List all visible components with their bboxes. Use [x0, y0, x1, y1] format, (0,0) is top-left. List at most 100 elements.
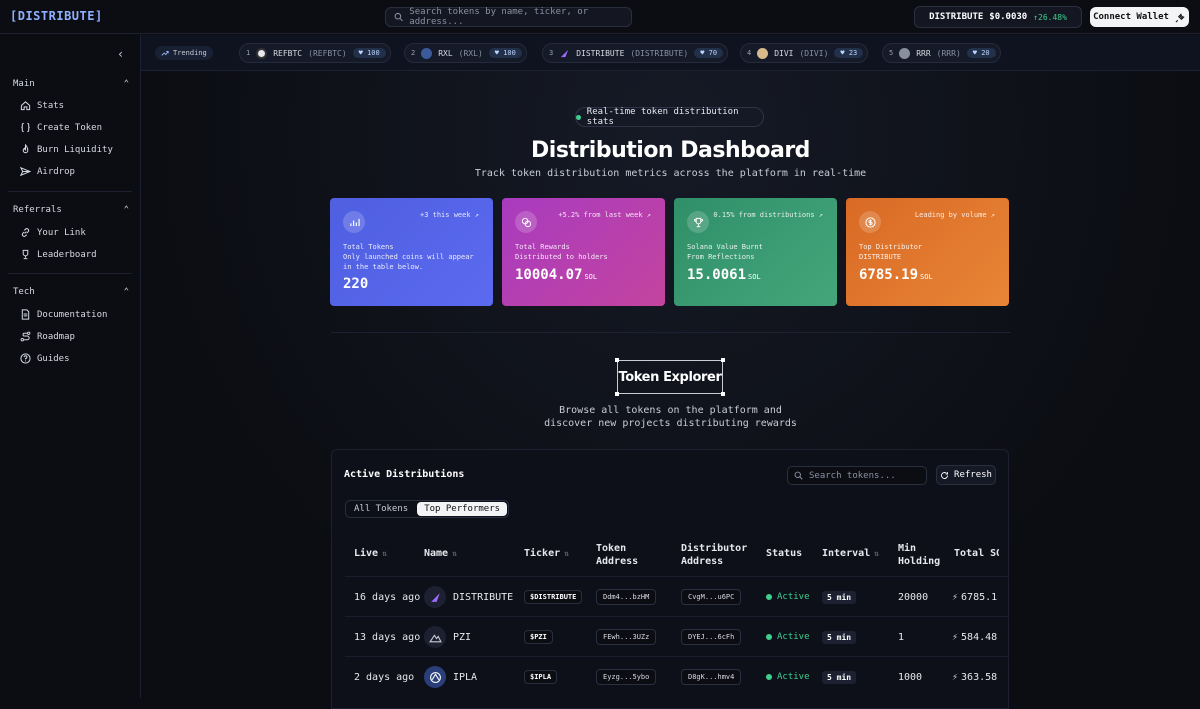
top-bar: [DISTRIBUTE] Search tokens by name, tick…	[0, 0, 1200, 34]
cell-live: 16 days ago	[354, 590, 420, 604]
stat-card-total-tokens: +3 this week ↗ Total Tokens Only launche…	[330, 198, 493, 306]
distribute-logo-icon	[559, 48, 570, 59]
cell-distributor-address[interactable]: D8gK...hmv4	[681, 669, 741, 685]
cell-token-address[interactable]: FEwh...3UZz	[596, 629, 656, 645]
sort-icon: ⇅	[452, 549, 457, 558]
trending-label-text: Trending	[173, 49, 207, 57]
trending-name: REFBTC	[273, 49, 302, 58]
column-header-name[interactable]: Name⇅	[424, 547, 457, 560]
table-search-input[interactable]: Search tokens...	[787, 466, 927, 485]
sidebar-item-stats[interactable]: Stats	[20, 100, 64, 111]
sidebar-item-guides[interactable]: Guides	[20, 353, 70, 364]
row-divider	[345, 616, 1009, 617]
stat-value: 10004.07SOL	[515, 267, 597, 283]
cell-name[interactable]: IPLA	[424, 666, 477, 688]
sidebar-item-label: Your Link	[37, 228, 86, 238]
stat-value-number: 15.0061	[687, 267, 746, 283]
column-header-total-sol[interactable]: Total SO	[954, 547, 999, 560]
sidebar-item-documentation[interactable]: Documentation	[20, 309, 107, 320]
cell-ticker: $PZI	[524, 630, 553, 644]
header-label: Address	[596, 555, 638, 568]
address-chip: Ddm4...bzHM	[596, 589, 656, 605]
column-header-ticker[interactable]: Ticker⇅	[524, 547, 569, 560]
plug-icon	[1175, 12, 1186, 23]
header-label: Min	[898, 542, 940, 555]
header-label: Token	[596, 542, 638, 555]
header-label: Interval	[822, 548, 870, 559]
sidebar-item-airdrop[interactable]: Airdrop	[20, 166, 75, 177]
cell-ticker: $IPLA	[524, 670, 557, 684]
trending-bar: Trending 1 REFBTC (REFBTC) ♥ 100 2 RXL (…	[141, 35, 1200, 71]
sidebar-item-burn-liquidity[interactable]: Burn Liquidity	[20, 144, 113, 155]
sidebar-section-tech[interactable]: Tech⌃	[13, 287, 129, 297]
stat-unit: SOL	[920, 273, 933, 281]
tab-all-tokens[interactable]: All Tokens	[347, 502, 415, 516]
cell-name[interactable]: PZI	[424, 626, 471, 648]
column-header-status: Status	[766, 547, 802, 560]
cell-token-address[interactable]: Ddm4...bzHM	[596, 589, 656, 605]
cell-interval: 5 min	[822, 670, 856, 684]
collapse-sidebar-icon[interactable]: ‹	[117, 47, 124, 61]
trending-name: DISTRIBUTE	[576, 49, 624, 58]
stat-delta: 0.15% from distributions ↗	[713, 211, 823, 219]
trending-ticker: (DISTRIBUTE)	[630, 49, 688, 58]
price-change: ↑26.48%	[1033, 13, 1067, 22]
app-logo[interactable]: [DISTRIBUTE]	[10, 9, 103, 23]
selection-handle	[615, 358, 619, 362]
trending-item[interactable]: 2 RXL (RXL) ♥ 100	[404, 43, 527, 63]
cell-token-address[interactable]: Eyzg...5ybo	[596, 669, 656, 685]
stat-card-solana-burnt: 0.15% from distributions ↗ Solana Value …	[674, 198, 837, 306]
cell-distributor-address[interactable]: CvgM...u6PC	[681, 589, 741, 605]
connect-wallet-button[interactable]: Connect Wallet	[1090, 7, 1189, 27]
sidebar-section-referrals[interactable]: Referrals⌃	[13, 205, 129, 215]
cell-interval: 5 min	[822, 590, 856, 604]
trending-score: ♥ 20	[967, 48, 996, 58]
stat-value: 6785.19SOL	[859, 267, 933, 283]
status-dot-icon	[766, 634, 772, 640]
trending-score-value: 20	[981, 49, 989, 57]
total-value: 363.58	[961, 672, 997, 683]
sidebar-item-roadmap[interactable]: Roadmap	[20, 331, 75, 342]
token-price-dropdown[interactable]: DISTRIBUTE $0.0030 ↑26.48%	[914, 6, 1082, 28]
realtime-badge-text: Real-time token distribution stats	[587, 107, 763, 127]
page-subtitle: Track token distribution metrics across …	[141, 168, 1200, 179]
sidebar-item-label: Stats	[37, 101, 64, 111]
cell-status: Active	[766, 670, 810, 684]
stat-delta: +3 this week ↗	[420, 211, 479, 219]
stat-label: Total Tokens Only launched coins will ap…	[343, 242, 483, 272]
trending-name: RXL	[438, 49, 452, 58]
trending-item[interactable]: 4 DIVI (DIVI) ♥ 23	[740, 43, 868, 63]
cell-distributor-address[interactable]: DYEJ...6cFh	[681, 629, 741, 645]
global-search-input[interactable]: Search tokens by name, ticker, or addres…	[385, 7, 632, 27]
sidebar-item-label: Leaderboard	[37, 250, 97, 260]
sidebar-item-label: Create Token	[37, 123, 102, 133]
token-explorer-title-text: Token Explorer	[619, 370, 722, 385]
connect-wallet-label: Connect Wallet	[1093, 12, 1169, 22]
coins-icon	[515, 211, 537, 233]
sidebar-item-leaderboard[interactable]: Leaderboard	[20, 249, 97, 260]
price-value: $0.0030	[989, 12, 1027, 22]
trending-item[interactable]: 1 REFBTC (REFBTC) ♥ 100	[239, 43, 391, 63]
trophy-icon	[20, 249, 31, 260]
token-avatar	[421, 48, 432, 59]
status-text: Active	[777, 592, 810, 602]
trending-item[interactable]: 3 DISTRIBUTE (DISTRIBUTE) ♥ 70	[542, 43, 728, 63]
sidebar-section-main[interactable]: Main⌃	[13, 79, 129, 89]
column-header-live[interactable]: Live⇅	[354, 547, 387, 560]
column-header-interval[interactable]: Interval⇅	[822, 547, 879, 560]
refresh-button[interactable]: Refresh	[936, 465, 996, 485]
sidebar-item-your-link[interactable]: Your Link	[20, 227, 86, 238]
sidebar-item-create-token[interactable]: Create Token	[20, 122, 102, 133]
trending-name: DIVI	[774, 49, 793, 58]
token-avatar	[757, 48, 768, 59]
chevron-up-icon: ⌃	[124, 79, 129, 89]
trending-item[interactable]: 5 RRR (RRR) ♥ 20	[882, 43, 1001, 63]
header-label: Status	[766, 548, 802, 559]
trending-score-value: 23	[849, 49, 857, 57]
trending-rank: 5	[889, 49, 893, 57]
price-symbol: DISTRIBUTE	[929, 12, 983, 22]
tab-top-performers[interactable]: Top Performers	[417, 502, 507, 516]
trending-up-icon	[161, 49, 169, 57]
page-title: Distribution Dashboard	[141, 138, 1200, 163]
cell-name[interactable]: DISTRIBUTE	[424, 586, 513, 608]
